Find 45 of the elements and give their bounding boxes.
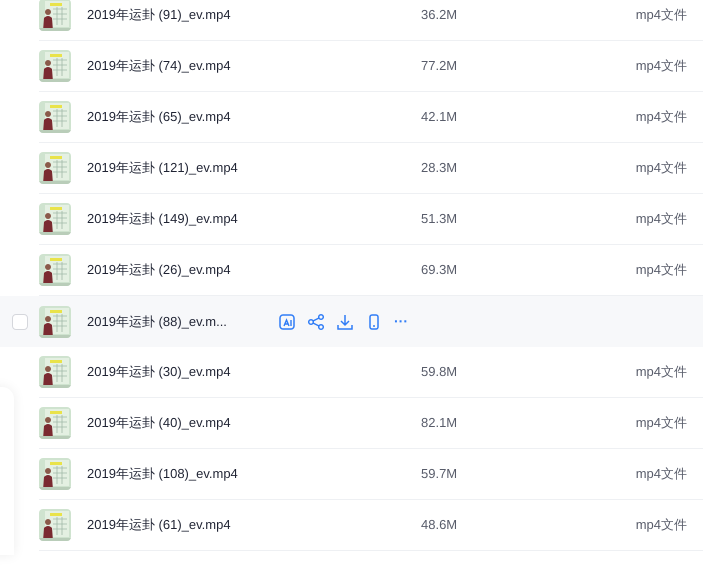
checkbox[interactable]: [12, 314, 28, 330]
file-name[interactable]: 2019年运卦 (108)_ev.mp4: [87, 464, 267, 484]
file-name[interactable]: 2019年运卦 (74)_ev.mp4: [87, 56, 267, 76]
file-name[interactable]: 2019年运卦 (91)_ev.mp4: [87, 5, 267, 25]
file-size: 82.1M: [421, 414, 458, 432]
file-type: mp4文件: [636, 465, 687, 484]
file-size: 28.3M: [421, 159, 458, 178]
file-name[interactable]: 2019年运卦 (61)_ev.mp4: [87, 515, 267, 535]
file-size: 77.2M: [421, 57, 458, 76]
file-row[interactable]: 2019年运卦 (40)_ev.mp4 82.1M mp4文件: [14, 398, 703, 449]
file-type: mp4文件: [636, 414, 687, 432]
file-type: mp4文件: [636, 108, 687, 126]
file-size: 59.7M: [421, 465, 458, 484]
file-type: mp4文件: [636, 159, 687, 178]
file-size: 59.8M: [421, 363, 458, 382]
file-type: mp4文件: [636, 210, 687, 228]
file-size: 42.1M: [421, 108, 458, 126]
file-row[interactable]: 2019年运卦 (61)_ev.mp4 48.6M mp4文件: [14, 500, 703, 551]
file-size: 48.6M: [421, 516, 458, 534]
file-row[interactable]: 2019年运卦 (149)_ev.mp4 51.3M mp4文件: [14, 194, 703, 245]
file-type: mp4文件: [636, 516, 687, 534]
file-name[interactable]: 2019年运卦 (30)_ev.mp4: [87, 362, 267, 382]
file-type: mp4文件: [636, 363, 687, 382]
file-row[interactable]: 2019年运卦 (74)_ev.mp4 77.2M mp4文件: [14, 41, 703, 92]
file-name[interactable]: 2019年运卦 (40)_ev.mp4: [87, 413, 267, 433]
file-type: mp4文件: [636, 6, 687, 24]
file-row[interactable]: 2019年运卦 (121)_ev.mp4 28.3M mp4文件: [14, 143, 703, 194]
file-row[interactable]: 2019年运卦 (108)_ev.mp4 59.7M mp4文件: [14, 449, 703, 500]
file-type: mp4文件: [636, 57, 687, 76]
file-row[interactable]: 2019年运卦 (30)_ev.mp4 59.8M mp4文件: [14, 347, 703, 398]
file-type: mp4文件: [636, 261, 687, 280]
file-name[interactable]: 2019年运卦 (26)_ev.mp4: [87, 260, 267, 280]
share-icon[interactable]: [306, 312, 326, 332]
more-button[interactable]: ···: [394, 311, 408, 332]
file-size: 51.3M: [421, 210, 458, 228]
ai-image-icon[interactable]: [277, 312, 297, 332]
file-name[interactable]: 2019年运卦 (149)_ev.mp4: [87, 209, 267, 229]
file-row[interactable]: 2019年运卦 (65)_ev.mp4 42.1M mp4文件: [14, 92, 703, 143]
file-row[interactable]: 2019年运卦 (91)_ev.mp4 36.2M mp4文件: [14, 0, 703, 41]
file-name[interactable]: 2019年运卦 (65)_ev.mp4: [87, 107, 267, 127]
file-size: 36.2M: [421, 6, 458, 24]
file-name[interactable]: 2019年运卦 (121)_ev.mp4: [87, 158, 267, 178]
file-row[interactable]: 2019年运卦 (88)_ev.m... ···: [0, 296, 703, 347]
file-name[interactable]: 2019年运卦 (88)_ev.m...: [87, 312, 267, 332]
file-size: 69.3M: [421, 261, 458, 280]
